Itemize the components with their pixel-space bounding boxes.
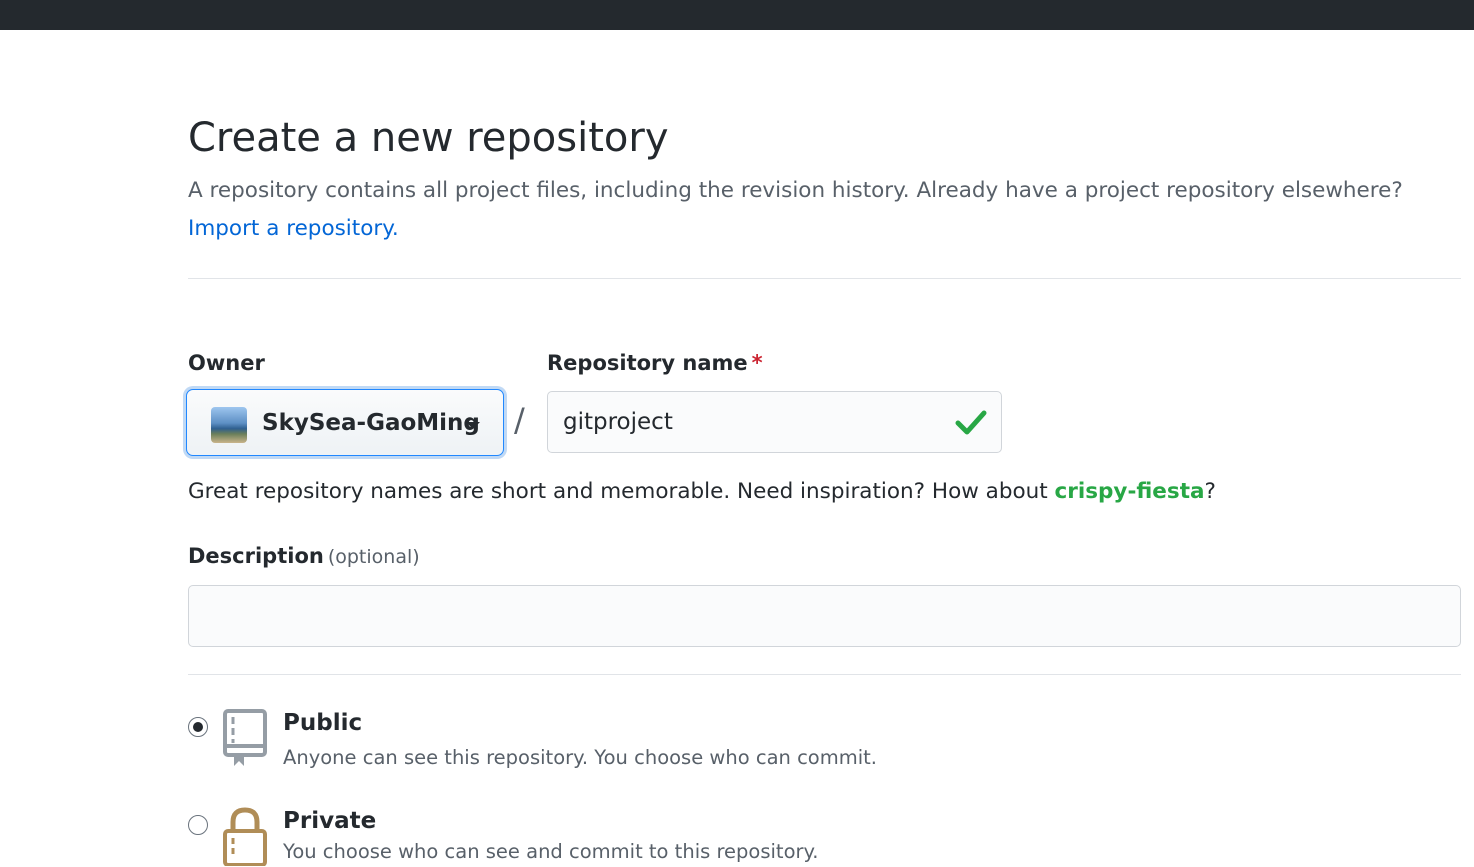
private-radio[interactable] [188, 815, 208, 835]
description-label-text: Description [188, 544, 324, 568]
repository-name-hint: Great repository names are short and mem… [188, 476, 1216, 508]
public-option-description: Anyone can see this repository. You choo… [283, 746, 877, 769]
lock-icon [223, 807, 267, 866]
caret-down-icon [466, 422, 480, 429]
top-navigation-bar [0, 0, 1474, 30]
repo-icon [223, 709, 267, 766]
repository-name-label: Repository name * [547, 348, 763, 378]
page-subhead: A repository contains all project files,… [188, 172, 1458, 248]
subhead-text: A repository contains all project files,… [188, 178, 1403, 203]
owner-repo-separator: / [514, 401, 525, 439]
private-option-title: Private [283, 808, 377, 834]
page-title: Create a new repository [188, 115, 669, 161]
owner-dropdown[interactable]: SkySea-GaoMing [186, 389, 504, 456]
owner-label: Owner [188, 351, 265, 375]
public-option-title: Public [283, 710, 363, 736]
name-suggestion-link[interactable]: crispy-fiesta [1055, 479, 1205, 504]
optional-marker: (optional) [327, 546, 420, 568]
import-repository-link[interactable]: Import a repository. [188, 216, 399, 241]
hint-text: Great repository names are short and mem… [188, 479, 1055, 504]
description-label: Description (optional) [188, 541, 420, 572]
repository-name-input[interactable] [547, 391, 1002, 453]
required-marker: * [751, 351, 763, 375]
divider [188, 278, 1461, 279]
public-radio[interactable] [188, 717, 208, 737]
avatar [211, 407, 247, 443]
divider [188, 674, 1461, 675]
private-option-description: You choose who can see and commit to thi… [283, 840, 819, 863]
repository-name-label-text: Repository name [547, 351, 748, 375]
check-icon [955, 410, 987, 435]
description-input[interactable] [188, 585, 1461, 647]
owner-name: SkySea-GaoMing [262, 410, 480, 436]
hint-suffix: ? [1204, 479, 1216, 504]
